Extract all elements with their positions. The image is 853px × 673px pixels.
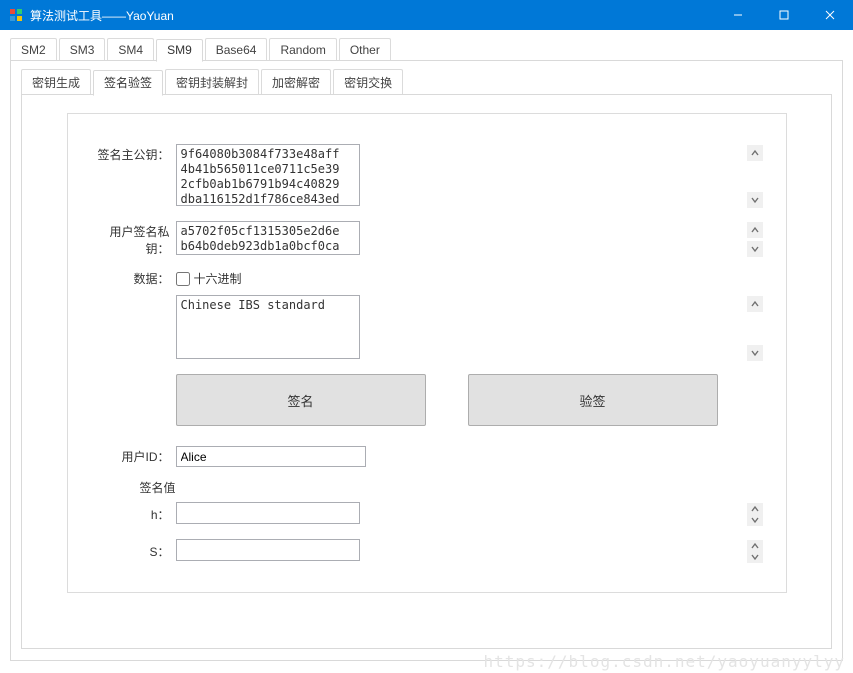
scrollbar xyxy=(747,296,763,361)
user-id-input[interactable] xyxy=(176,446,366,467)
user-sign-sk-input[interactable] xyxy=(176,221,360,255)
top-tab-sm2[interactable]: SM2 xyxy=(10,38,57,61)
top-tab-random[interactable]: Random xyxy=(269,38,336,61)
data-label: 数据： xyxy=(90,270,176,287)
window-minimize-button[interactable] xyxy=(715,0,761,30)
top-tab-strip: SM2SM3SM4SM9Base64RandomOther xyxy=(10,38,843,61)
top-tab-sm3[interactable]: SM3 xyxy=(59,38,106,61)
hex-checkbox-wrapper[interactable]: 十六进制 xyxy=(176,270,242,287)
window-close-button[interactable] xyxy=(807,0,853,30)
top-tab-sm4[interactable]: SM4 xyxy=(107,38,154,61)
scroll-down-button[interactable] xyxy=(747,192,763,208)
data-text-input[interactable] xyxy=(176,295,360,359)
top-tab-sm9[interactable]: SM9 xyxy=(156,39,203,62)
scroll-up-button[interactable] xyxy=(747,222,763,238)
top-tab-base64[interactable]: Base64 xyxy=(205,38,268,61)
scrollbar xyxy=(747,540,763,563)
user-sign-sk-wrapper xyxy=(176,221,764,258)
scroll-down-button[interactable] xyxy=(747,515,763,527)
h-label: h： xyxy=(90,506,176,523)
scroll-up-button[interactable] xyxy=(747,503,763,515)
sign-master-pk-wrapper xyxy=(176,144,764,209)
scroll-up-button[interactable] xyxy=(747,145,763,161)
top-tab-panel: 密钥生成签名验签密钥封装解封加密解密密钥交换 签名主公钥： xyxy=(10,60,843,661)
scroll-down-button[interactable] xyxy=(747,552,763,564)
sub-tab[interactable]: 签名验签 xyxy=(93,70,163,96)
data-text-wrapper xyxy=(176,295,764,362)
scroll-down-button[interactable] xyxy=(747,241,763,257)
window-titlebar: 算法测试工具——YaoYuan xyxy=(0,0,853,30)
h-input[interactable] xyxy=(176,502,360,524)
sub-tab-strip: 密钥生成签名验签密钥封装解封加密解密密钥交换 xyxy=(21,69,832,95)
sub-tab[interactable]: 密钥生成 xyxy=(21,69,91,95)
user-id-label: 用户ID： xyxy=(90,448,176,465)
h-wrapper xyxy=(176,502,764,527)
verify-button[interactable]: 验签 xyxy=(468,374,718,426)
sub-tab-panel: 签名主公钥： 用户签名私钥： xyxy=(21,94,832,649)
window-maximize-button[interactable] xyxy=(761,0,807,30)
scrollbar xyxy=(747,503,763,526)
scroll-up-button[interactable] xyxy=(747,296,763,312)
top-tab-other[interactable]: Other xyxy=(339,38,391,61)
sign-master-pk-input[interactable] xyxy=(176,144,360,206)
scroll-up-button[interactable] xyxy=(747,540,763,552)
app-icon xyxy=(8,7,24,23)
s-label: S： xyxy=(90,543,176,560)
window-client-area: SM2SM3SM4SM9Base64RandomOther 密钥生成签名验签密钥… xyxy=(0,30,853,673)
scrollbar xyxy=(747,222,763,257)
scrollbar xyxy=(747,145,763,208)
sub-tab[interactable]: 密钥封装解封 xyxy=(165,69,259,95)
sign-value-section-label: 签名值 xyxy=(140,479,764,496)
hex-checkbox-label: 十六进制 xyxy=(194,270,242,287)
sign-button[interactable]: 签名 xyxy=(176,374,426,426)
s-input[interactable] xyxy=(176,539,360,561)
window-title: 算法测试工具——YaoYuan xyxy=(30,7,715,24)
sign-master-pk-label: 签名主公钥： xyxy=(90,144,176,163)
s-wrapper xyxy=(176,539,764,564)
sub-tab[interactable]: 密钥交换 xyxy=(333,69,403,95)
sub-tab[interactable]: 加密解密 xyxy=(261,69,331,95)
user-sign-sk-label: 用户签名私钥： xyxy=(90,221,176,257)
spacer xyxy=(90,295,176,297)
hex-checkbox[interactable] xyxy=(176,272,190,286)
form-group: 签名主公钥： 用户签名私钥： xyxy=(67,113,787,593)
scroll-down-button[interactable] xyxy=(747,345,763,361)
